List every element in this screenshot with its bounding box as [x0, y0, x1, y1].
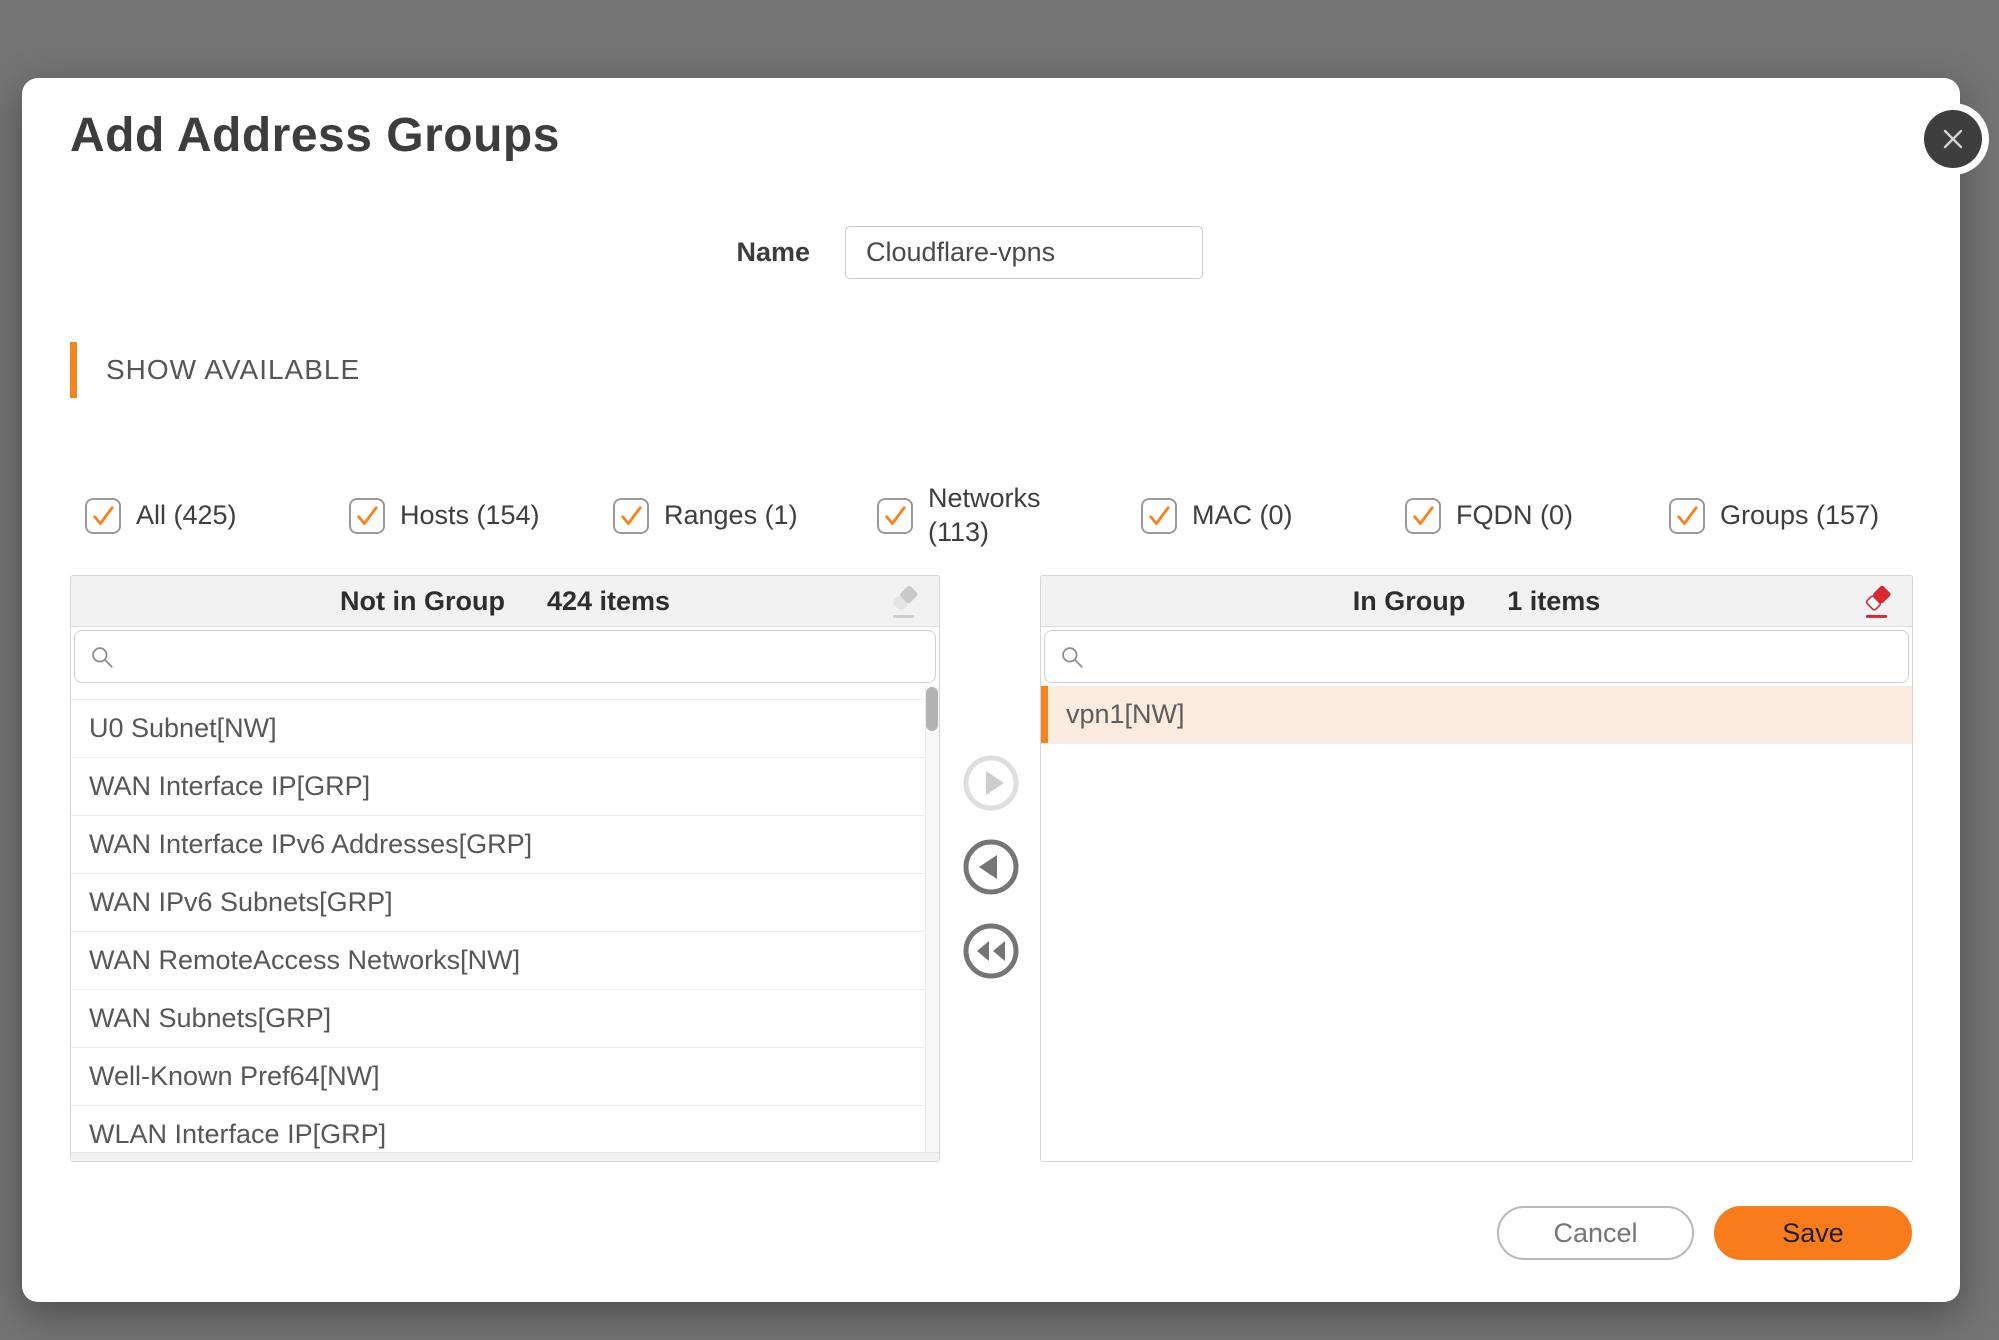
list-item-label: WAN IPv6 Subnets[GRP] — [89, 887, 393, 917]
section-accent-bar — [70, 342, 77, 398]
vertical-scrollbar-track[interactable] — [925, 686, 939, 1152]
add-address-groups-dialog: Add Address Groups Name SHOW AVAILABLE A… — [22, 78, 1960, 1302]
filter-row: All (425) Hosts (154) Ranges (1) Network… — [85, 480, 1933, 552]
filter-checkbox[interactable]: Hosts (154) — [349, 498, 613, 534]
search-input[interactable] — [1095, 631, 1908, 682]
list-item-label: WLAN Interface IP[GRP] — [89, 1119, 387, 1149]
cancel-button[interactable]: Cancel — [1497, 1206, 1694, 1260]
filter-label: FQDN (0) — [1456, 500, 1573, 531]
checkbox-checked-icon[interactable] — [877, 498, 913, 534]
panel-title: In Group — [1352, 585, 1466, 616]
filter-label: Groups (157) — [1720, 500, 1880, 531]
modal-backdrop: Add Address Groups Name SHOW AVAILABLE A… — [0, 0, 1999, 1340]
not-in-group-list: U0 Subnet[NW] WAN Interface IP[GRP] WAN … — [71, 686, 925, 1152]
list-item[interactable]: Well-Known Pref64[NW] — [71, 1048, 925, 1106]
clear-selection-eraser-icon[interactable] — [1858, 583, 1896, 621]
list-item[interactable]: WLAN Interface IP[GRP] — [71, 1106, 925, 1152]
move-left-button[interactable] — [963, 839, 1019, 895]
panel-title: Not in Group — [339, 585, 505, 616]
name-label: Name — [736, 237, 810, 267]
checkbox-checked-icon[interactable] — [1141, 498, 1177, 534]
list-item-label: WAN Interface IP[GRP] — [89, 771, 371, 801]
close-button[interactable] — [1917, 103, 1989, 175]
filter-label: Hosts (154) — [400, 500, 540, 531]
close-icon — [1924, 110, 1982, 168]
search-icon — [92, 646, 113, 668]
save-button[interactable]: Save — [1714, 1206, 1912, 1260]
filter-checkbox[interactable]: Groups (157) — [1669, 498, 1933, 534]
filter-label: Networks (113) — [928, 483, 1041, 547]
not-in-group-panel: Not in Group 424 items U0 Subnet[NW] WAN… — [70, 575, 940, 1162]
checkbox-checked-icon[interactable] — [85, 498, 121, 534]
list-item[interactable]: U0 Subnet[NW] — [71, 700, 925, 758]
list-item[interactable]: WAN Subnets[GRP] — [71, 990, 925, 1048]
filter-label: Ranges (1) — [664, 500, 798, 531]
horizontal-scrollbar-track[interactable] — [71, 1152, 939, 1161]
checkbox-checked-icon[interactable] — [349, 498, 385, 534]
list-item[interactable]: WAN Interface IPv6 Addresses[GRP] — [71, 816, 925, 874]
filter-label: MAC (0) — [1192, 500, 1293, 531]
list-item[interactable]: WAN Interface IP[GRP] — [71, 758, 925, 816]
list-item-label: vpn1[NW] — [1066, 699, 1185, 729]
list-item-label: U0 Subnet[NW] — [89, 713, 277, 743]
list-item-selected[interactable]: vpn1[NW] — [1041, 686, 1912, 744]
not-in-group-header: Not in Group 424 items — [71, 576, 939, 627]
checkbox-checked-icon[interactable] — [1669, 498, 1705, 534]
in-group-search — [1044, 630, 1909, 683]
vertical-scrollbar-thumb[interactable] — [926, 687, 938, 731]
move-all-left-button[interactable] — [963, 923, 1019, 979]
move-right-button-disabled[interactable] — [963, 755, 1019, 811]
list-item-label: Well-Known Pref64[NW] — [89, 1061, 380, 1091]
panel-count: 424 items — [546, 585, 671, 616]
clear-selection-eraser-icon-disabled[interactable] — [885, 583, 923, 621]
in-group-list: vpn1[NW] — [1041, 686, 1912, 1152]
dialog-title: Add Address Groups — [70, 109, 560, 162]
name-input[interactable] — [845, 226, 1203, 279]
section-title: SHOW AVAILABLE — [106, 354, 361, 385]
checkbox-checked-icon[interactable] — [613, 498, 649, 534]
in-group-header: In Group 1 items — [1041, 576, 1912, 627]
search-input[interactable] — [125, 631, 935, 682]
filter-label: All (425) — [136, 500, 237, 531]
filter-checkbox[interactable]: MAC (0) — [1141, 498, 1405, 534]
filter-checkbox[interactable]: Networks (113) — [877, 482, 1141, 550]
filter-checkbox[interactable]: Ranges (1) — [613, 498, 877, 534]
list-item-label: WAN RemoteAccess Networks[NW] — [89, 945, 521, 975]
checkbox-checked-icon[interactable] — [1405, 498, 1441, 534]
list-item-label: WAN Interface IPv6 Addresses[GRP] — [89, 829, 533, 859]
in-group-panel: In Group 1 items vpn1[NW] — [1040, 575, 1913, 1162]
panel-count: 1 items — [1507, 585, 1601, 616]
filter-checkbox[interactable]: All (425) — [85, 498, 349, 534]
list-item[interactable]: WAN RemoteAccess Networks[NW] — [71, 932, 925, 990]
filter-checkbox[interactable]: FQDN (0) — [1405, 498, 1669, 534]
not-in-group-search — [74, 630, 936, 683]
list-item[interactable]: WAN IPv6 Subnets[GRP] — [71, 874, 925, 932]
search-icon — [1062, 646, 1083, 668]
list-item-label: WAN Subnets[GRP] — [89, 1003, 332, 1033]
